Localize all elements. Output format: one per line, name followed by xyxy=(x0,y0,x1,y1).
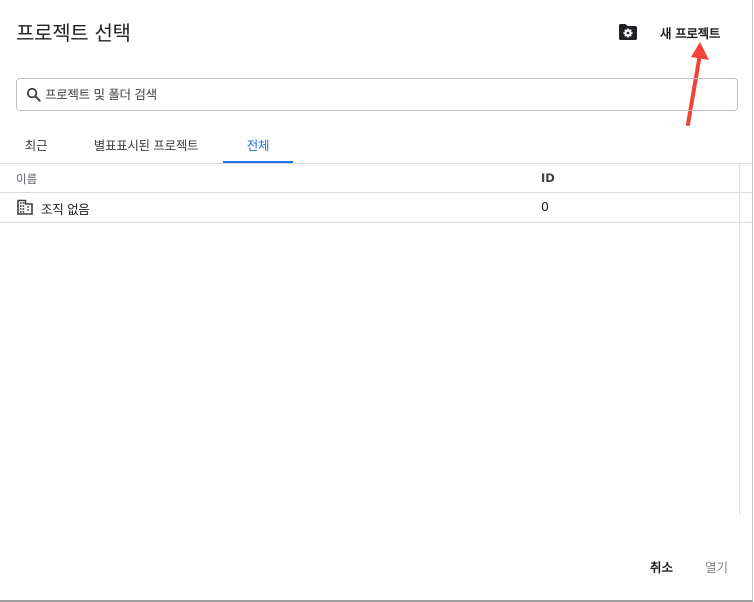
cancel-button[interactable]: 취소 xyxy=(642,554,681,578)
open-button[interactable]: 열기 xyxy=(697,554,736,578)
building-icon xyxy=(17,199,33,215)
table-header: 이름 ID xyxy=(0,164,752,193)
manage-resources-button[interactable] xyxy=(614,19,642,45)
dialog-title: 프로젝트 선택 xyxy=(16,21,131,45)
search-box[interactable] xyxy=(16,78,738,111)
table-row[interactable]: 조직 없음 0 xyxy=(0,193,752,223)
row-id: 0 xyxy=(541,199,549,214)
column-header-name[interactable]: 이름 xyxy=(16,171,37,187)
column-header-id[interactable]: ID xyxy=(541,171,555,185)
project-picker-dialog: 프로젝트 선택 새 프로젝트 프로젝트 및 폴더 검색 최근 별표표시된 프로젝… xyxy=(0,0,753,602)
tab-recent[interactable]: 최근 xyxy=(16,128,56,161)
folder-gear-icon xyxy=(619,24,637,40)
search-icon xyxy=(25,87,41,103)
tab-all[interactable]: 전체 xyxy=(223,128,293,163)
tab-starred[interactable]: 별표표시된 프로젝트 xyxy=(86,128,206,161)
search-input[interactable] xyxy=(45,80,737,109)
tab-bar: 최근 별표표시된 프로젝트 전체 xyxy=(0,128,752,164)
scrollbar-track[interactable] xyxy=(739,163,740,515)
new-project-button[interactable]: 새 프로젝트 xyxy=(652,20,728,44)
row-name: 조직 없음 xyxy=(41,202,90,217)
